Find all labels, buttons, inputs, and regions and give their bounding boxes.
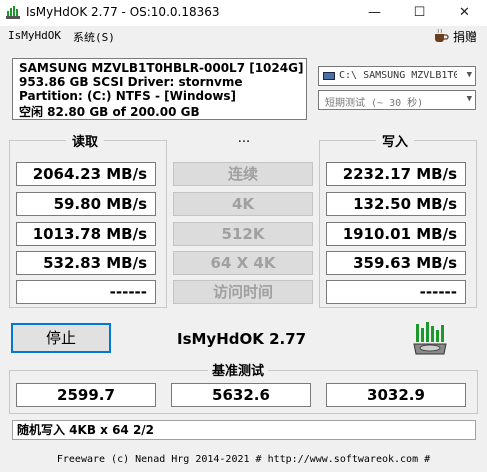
drive-free-space: 空闲 82.80 GB of 200.00 GB bbox=[19, 105, 200, 119]
maximize-button[interactable]: ☐ bbox=[397, 0, 442, 26]
close-button[interactable]: ✕ bbox=[442, 0, 487, 26]
status-bar: 随机写入 4KB x 64 2/2 bbox=[12, 420, 476, 440]
drive-model: SAMSUNG MZVLB1T0HBLR-000L7 [1024G] bbox=[19, 61, 304, 75]
mode-column-title: ... bbox=[229, 131, 259, 146]
write-access-time-value: ------ bbox=[326, 280, 466, 304]
drive-partition: Partition: (C:) NTFS - [Windows] bbox=[19, 89, 237, 103]
write-sequential-value: 2232.17 MB/s bbox=[326, 162, 466, 186]
benchmark-write-value: 3032.9 bbox=[326, 383, 466, 407]
mode-4k-button[interactable]: 4K bbox=[173, 192, 313, 216]
drive-select[interactable]: C:\ SAMSUNG MZVLB1T0 ▼ bbox=[318, 66, 476, 86]
benchmark-read-value: 2599.7 bbox=[16, 383, 156, 407]
duration-select[interactable]: 短期测试 (~ 30 秒) ▼ bbox=[318, 90, 476, 110]
title-bar: IsMyHdOK 2.77 - OS:10.0.18363 — ☐ ✕ bbox=[0, 0, 487, 26]
read-4k-value: 59.80 MB/s bbox=[16, 192, 156, 216]
drive-select-value: C:\ SAMSUNG MZVLB1T0 bbox=[339, 70, 457, 81]
benchmark-title: 基准测试 bbox=[208, 360, 269, 379]
mode-sequential-button[interactable]: 连续 bbox=[173, 162, 313, 186]
menu-system[interactable]: 系统(S) bbox=[73, 29, 115, 45]
hard-drive-icon bbox=[413, 322, 447, 355]
chevron-down-icon: ▼ bbox=[466, 70, 472, 80]
chevron-down-icon: ▼ bbox=[466, 94, 472, 104]
version-label: IsMyHdOK 2.77 bbox=[177, 330, 307, 348]
mode-512k-button[interactable]: 512K bbox=[173, 222, 313, 246]
coffee-cup-icon[interactable] bbox=[433, 28, 449, 44]
drive-size-driver: 953.86 GB SCSI Driver: stornvme bbox=[19, 75, 243, 89]
menu-bar: IsMyHdOK 系统(S) 捐赠 bbox=[0, 26, 487, 46]
menu-donate[interactable]: 捐赠 bbox=[453, 28, 477, 45]
write-4k-value: 132.50 MB/s bbox=[326, 192, 466, 216]
window-title: IsMyHdOK 2.77 - OS:10.0.18363 bbox=[26, 5, 220, 19]
read-64x4k-value: 532.83 MB/s bbox=[16, 251, 156, 275]
drive-icon bbox=[323, 72, 335, 80]
write-64x4k-value: 359.63 MB/s bbox=[326, 251, 466, 275]
read-access-time-value: ------ bbox=[16, 280, 156, 304]
app-icon bbox=[6, 5, 20, 19]
benchmark-total-value: 5632.6 bbox=[171, 383, 311, 407]
read-512k-value: 1013.78 MB/s bbox=[16, 222, 156, 246]
drive-info-panel: SAMSUNG MZVLB1T0HBLR-000L7 [1024G] 953.8… bbox=[12, 58, 307, 120]
read-sequential-value: 2064.23 MB/s bbox=[16, 162, 156, 186]
write-column-title: 写入 bbox=[376, 131, 415, 150]
mode-64x4k-button[interactable]: 64 X 4K bbox=[173, 251, 313, 275]
mode-access-time-button[interactable]: 访问时间 bbox=[173, 280, 313, 304]
menu-app[interactable]: IsMyHdOK bbox=[8, 29, 61, 42]
duration-select-value: 短期测试 (~ 30 秒) bbox=[325, 98, 424, 109]
minimize-button[interactable]: — bbox=[352, 0, 397, 26]
footer-link[interactable]: Freeware (c) Nenad Hrg 2014-2021 # http:… bbox=[0, 454, 487, 465]
write-512k-value: 1910.01 MB/s bbox=[326, 222, 466, 246]
read-column-title: 读取 bbox=[66, 131, 105, 150]
stop-button[interactable]: 停止 bbox=[11, 323, 111, 353]
